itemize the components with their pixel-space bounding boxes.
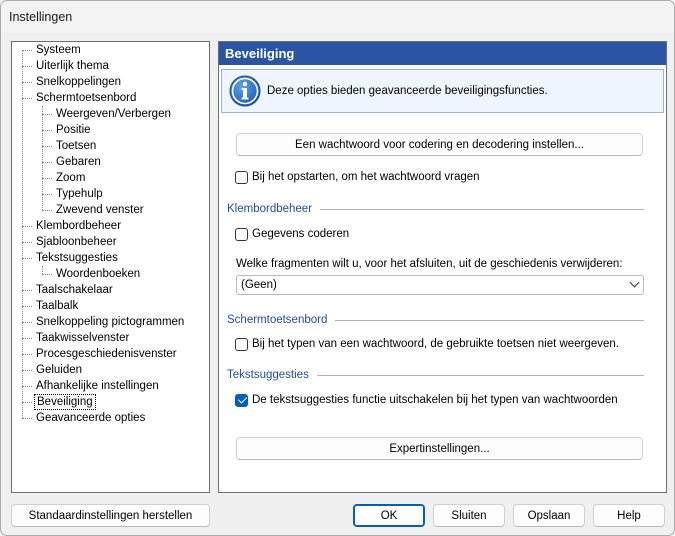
- tree-item-uiterlijk-thema[interactable]: Uiterlijk thema: [34, 58, 111, 74]
- tree-connector-line: [42, 210, 52, 211]
- section-divider: [335, 320, 644, 321]
- tree-connector-line: [22, 402, 32, 403]
- tree-connector-line: [22, 50, 23, 418]
- tree-connector-line: [42, 266, 43, 274]
- fragments-label: Welke fragmenten wilt u, voor het afslui…: [236, 258, 623, 270]
- tree-connector-line: [42, 146, 52, 147]
- suggestions-section: Tekstsuggesties: [227, 368, 644, 382]
- tree-item-toetsen[interactable]: Toetsen: [54, 138, 98, 154]
- window-title: Instellingen: [9, 10, 73, 24]
- tree-connector-line: [22, 322, 32, 323]
- hide-keys-checkbox[interactable]: [235, 337, 248, 351]
- help-button[interactable]: Help: [593, 504, 665, 527]
- set-password-button[interactable]: Een wachtwoord voor codering en decoderi…: [236, 133, 643, 156]
- encrypt-data-checkbox[interactable]: [235, 227, 248, 241]
- save-button[interactable]: Opslaan: [513, 504, 585, 527]
- title-bar: Instellingen: [1, 1, 674, 33]
- tree-connector-line: [42, 114, 52, 115]
- encrypt-data-row[interactable]: Gegevens coderen: [235, 226, 349, 242]
- section-divider: [320, 209, 644, 210]
- tree-item-sjabloonbeheer[interactable]: Sjabloonbeheer: [34, 234, 119, 250]
- tree-item-weergeven-verbergen[interactable]: Weergeven/Verbergen: [54, 106, 173, 122]
- info-text: Deze opties bieden geavanceerde beveilig…: [267, 85, 548, 97]
- tree-item-gebaren[interactable]: Gebaren: [54, 154, 103, 170]
- settings-tree[interactable]: Systeem Uiterlijk thema Snelkoppelingen Sch…: [11, 41, 210, 493]
- tree-connector-line: [22, 82, 32, 83]
- tree-item-zwevend-venster[interactable]: Zwevend venster: [54, 202, 146, 218]
- disable-suggestions-checkbox[interactable]: [235, 393, 248, 407]
- tree-item-schermtoetsenbord[interactable]: Schermtoetsenbord: [34, 90, 138, 106]
- chevron-down-icon: [629, 277, 640, 288]
- ok-button[interactable]: OK: [353, 504, 425, 527]
- disable-suggestions-label: De tekstsuggesties functie uitschakelen …: [252, 394, 618, 406]
- tree-item-tekstsuggesties[interactable]: Tekstsuggesties: [34, 250, 120, 266]
- tree-connector-line: [22, 354, 32, 355]
- tree-item-taalbalk[interactable]: Taalbalk: [34, 298, 80, 314]
- ask-password-startup-label: Bij het opstarten, om het wachtwoord vra…: [252, 171, 480, 183]
- tree-item-taakwisselvenster[interactable]: Taakwisselvenster: [34, 330, 131, 346]
- tree-connector-line: [42, 194, 52, 195]
- tree-connector-line: [22, 370, 32, 371]
- tree-item-afhankelijke-instellingen[interactable]: Afhankelijke instellingen: [34, 378, 161, 394]
- tree-connector-line: [42, 274, 52, 275]
- tree-item-zoom[interactable]: Zoom: [54, 170, 87, 186]
- fragments-select-value: (Geen): [241, 279, 277, 291]
- tree-item-procesgeschiedenisvenster[interactable]: Procesgeschiedenisvenster: [34, 346, 179, 362]
- tree-item-klembordbeheer[interactable]: Klembordbeheer: [34, 218, 123, 234]
- tree-item-beveiliging[interactable]: Beveiliging: [34, 394, 96, 410]
- tree-item-typehulp[interactable]: Typehulp: [54, 186, 105, 202]
- section-divider: [316, 375, 644, 376]
- tree-item-systeem[interactable]: Systeem: [34, 42, 83, 58]
- tree-item-geavanceerde-opties[interactable]: Geavanceerde opties: [34, 410, 147, 426]
- ask-password-startup-checkbox[interactable]: [235, 170, 248, 184]
- close-button[interactable]: Sluiten: [433, 504, 505, 527]
- tree-connector-line: [22, 306, 32, 307]
- tree-item-geluiden[interactable]: Geluiden: [34, 362, 84, 378]
- info-box: Deze opties bieden geavanceerde beveilig…: [221, 69, 664, 113]
- tree-item-snelkoppeling-pictogrammen[interactable]: Snelkoppeling pictogrammen: [34, 314, 186, 330]
- tree-connector-line: [22, 258, 32, 259]
- info-icon: [229, 75, 261, 107]
- tree-item-snelkoppelingen[interactable]: Snelkoppelingen: [34, 74, 123, 90]
- tree-connector-line: [42, 130, 52, 131]
- encrypt-data-label: Gegevens coderen: [252, 228, 350, 240]
- tree-connector-line: [22, 66, 32, 67]
- tree-item-taalschakelaar[interactable]: Taalschakelaar: [34, 282, 115, 298]
- tree-item-positie[interactable]: Positie: [54, 122, 93, 138]
- tree-connector-line: [22, 290, 32, 291]
- tree-connector-line: [22, 386, 32, 387]
- expert-settings-button[interactable]: Expertinstellingen...: [236, 437, 643, 460]
- ask-password-startup-row[interactable]: Bij het opstarten, om het wachtwoord vra…: [235, 169, 480, 185]
- tree-connector-line: [22, 418, 32, 419]
- keyboard-section-title: Schermtoetsenbord: [227, 314, 328, 326]
- tree-connector-line: [42, 162, 52, 163]
- settings-window: Instellingen Systeem Uiterlijk thema Snelk…: [0, 0, 675, 536]
- tree-item-woordenboeken[interactable]: Woordenboeken: [54, 266, 142, 282]
- panel-title: Beveiliging: [219, 42, 666, 65]
- disable-suggestions-row[interactable]: De tekstsuggesties functie uitschakelen …: [235, 392, 618, 408]
- clipboard-section: Klembordbeheer: [227, 202, 644, 216]
- hide-keys-label: Bij het typen van een wachtwoord, de geb…: [252, 338, 619, 350]
- tree-connector-line: [22, 50, 32, 51]
- clipboard-section-title: Klembordbeheer: [227, 203, 313, 215]
- tree-connector-line: [22, 242, 32, 243]
- tree-connector-line: [42, 178, 52, 179]
- settings-panel: Beveiliging Deze opties bieden geavancee…: [218, 41, 667, 493]
- fragments-select[interactable]: (Geen): [236, 275, 644, 295]
- tree-connector-line: [22, 338, 32, 339]
- keyboard-section: Schermtoetsenbord: [227, 313, 644, 327]
- tree-connector-line: [22, 226, 32, 227]
- hide-keys-row[interactable]: Bij het typen van een wachtwoord, de geb…: [235, 336, 619, 352]
- suggestions-section-title: Tekstsuggesties: [227, 369, 309, 381]
- tree-connector-line: [22, 98, 32, 99]
- restore-defaults-button[interactable]: Standaardinstellingen herstellen: [11, 504, 210, 527]
